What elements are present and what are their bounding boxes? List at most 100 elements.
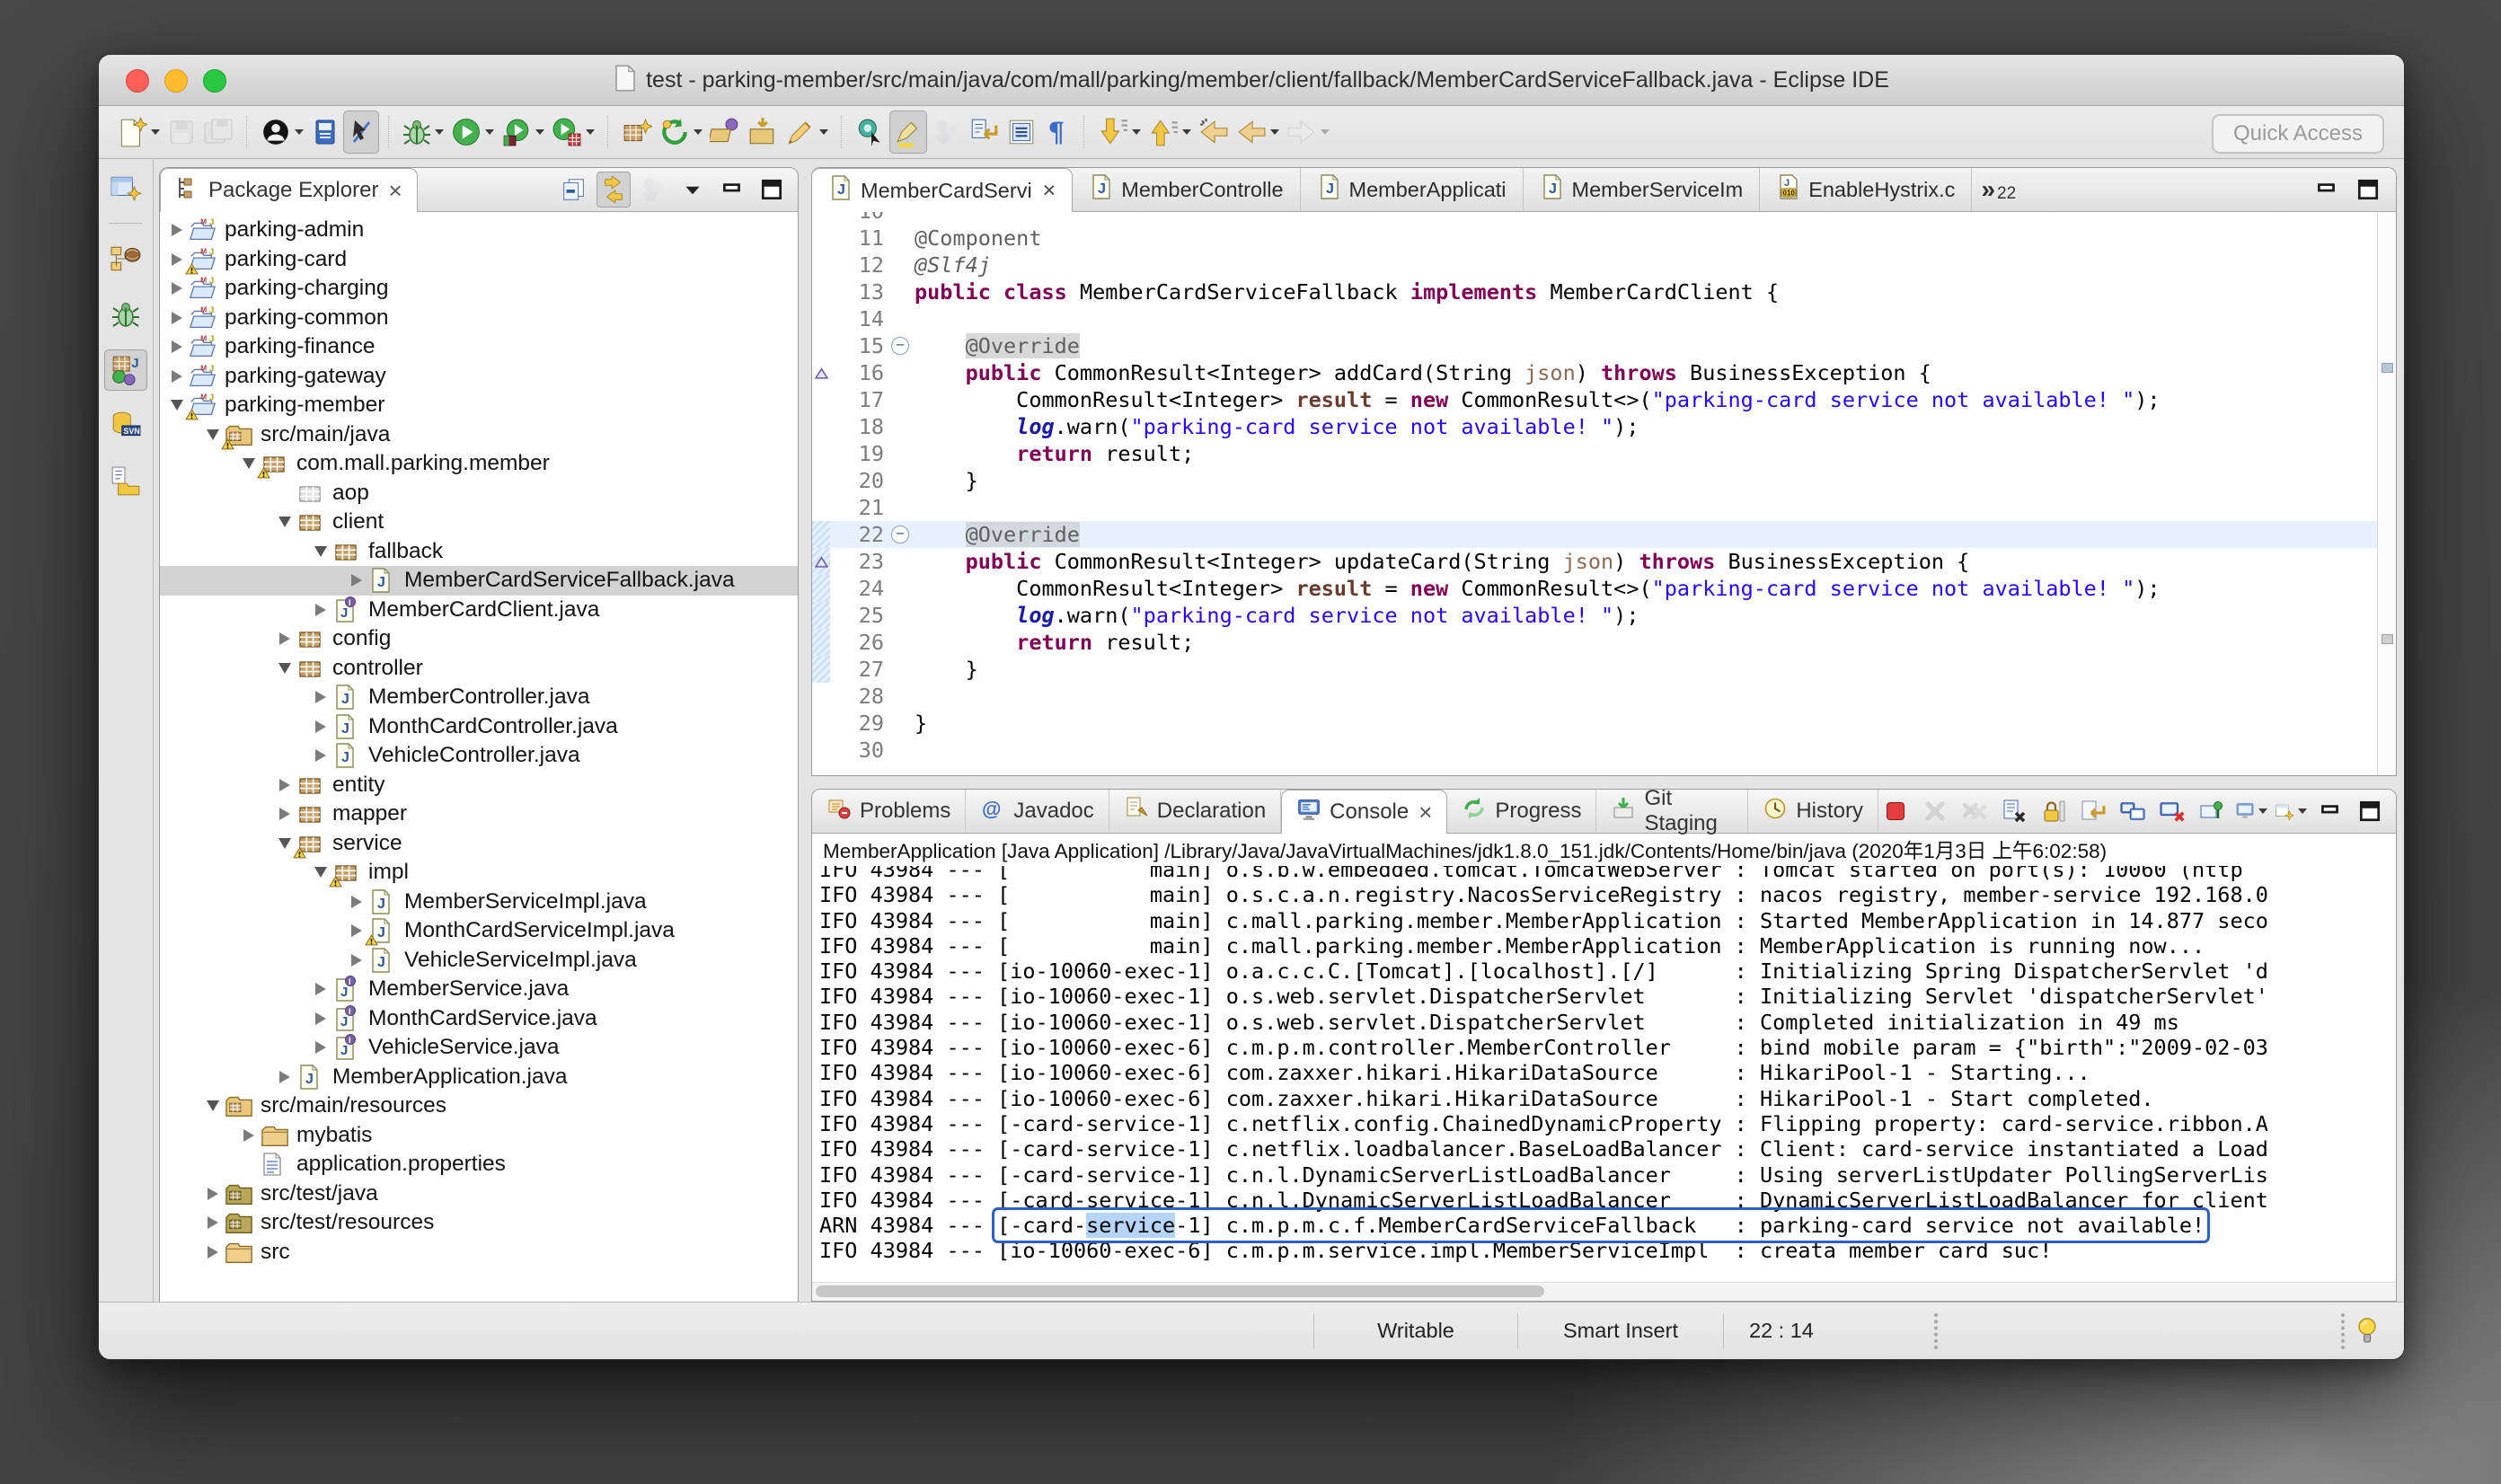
dropdown-arrow-icon[interactable] bbox=[819, 129, 828, 135]
run-icon[interactable] bbox=[447, 110, 498, 154]
tree-expand-arrow[interactable] bbox=[309, 604, 332, 616]
close-icon[interactable]: × bbox=[1418, 799, 1432, 826]
annotation-mark[interactable] bbox=[2382, 363, 2393, 373]
tree-item-membercardservicefallback-java[interactable]: JMemberCardServiceFallback.java bbox=[160, 566, 798, 596]
code-line-13[interactable]: 13public class MemberCardServiceFallback… bbox=[812, 278, 2377, 305]
dropdown-arrow-icon[interactable] bbox=[586, 129, 595, 135]
code-line-29[interactable]: 29} bbox=[812, 710, 2377, 737]
tree-expand-arrow[interactable] bbox=[165, 224, 189, 236]
tree-item-monthcardservice-java[interactable]: JIMonthCardService.java bbox=[160, 1004, 798, 1034]
tab-declaration[interactable]: Declaration bbox=[1109, 790, 1281, 833]
tree-item-vehicleservice-java[interactable]: JIVehicleService.java bbox=[160, 1033, 798, 1063]
lightbulb-icon[interactable] bbox=[2355, 1317, 2379, 1346]
view-menu-icon[interactable] bbox=[676, 172, 710, 208]
tree-item-application-properties[interactable]: application.properties bbox=[160, 1150, 798, 1179]
dropdown-arrow-icon[interactable] bbox=[2298, 808, 2307, 814]
code-line-19[interactable]: 19 return result; bbox=[812, 440, 2377, 467]
new-java-project-icon[interactable] bbox=[618, 110, 656, 154]
tree-expand-arrow[interactable] bbox=[309, 1012, 332, 1025]
code-line-14[interactable]: 14 bbox=[812, 305, 2377, 332]
code-line-26[interactable]: 26 return result; bbox=[812, 629, 2377, 656]
link-with-editor-icon[interactable] bbox=[597, 172, 631, 208]
dropdown-arrow-icon[interactable] bbox=[435, 129, 444, 135]
tree-expand-arrow[interactable] bbox=[309, 1041, 332, 1054]
tree-item-membercontroller-java[interactable]: JMemberController.java bbox=[160, 683, 798, 712]
tree-item-mapper[interactable]: mapper bbox=[160, 799, 798, 829]
tree-expand-arrow[interactable] bbox=[273, 663, 296, 674]
tree-expand-arrow[interactable] bbox=[309, 720, 332, 733]
code-line-10[interactable]: 10 bbox=[812, 212, 2377, 225]
open-console-icon[interactable] bbox=[2274, 793, 2308, 829]
code-line-15[interactable]: 15− @Override bbox=[812, 332, 2377, 359]
tree-expand-arrow[interactable] bbox=[345, 954, 368, 967]
minimize-icon[interactable] bbox=[2310, 172, 2344, 208]
pin-console-icon[interactable] bbox=[2195, 793, 2229, 829]
select-element-icon[interactable] bbox=[343, 110, 379, 154]
back-icon[interactable] bbox=[1233, 110, 1283, 154]
tree-item-src[interactable]: src bbox=[160, 1238, 798, 1268]
tree-expand-arrow[interactable] bbox=[345, 574, 368, 587]
new-wizard-icon[interactable] bbox=[113, 110, 163, 154]
tree-expand-arrow[interactable] bbox=[273, 779, 296, 791]
console-log[interactable]: IFO 43984 --- [ main] o.s.b.w.embedded.t… bbox=[812, 866, 2396, 1282]
editor-tab-membercardservi[interactable]: JMemberCardServi× bbox=[812, 168, 1073, 212]
tree-item-aop[interactable]: aop bbox=[160, 479, 798, 508]
tree-expand-arrow[interactable] bbox=[273, 808, 296, 820]
code-line-18[interactable]: 18 log.warn("parking-card service not av… bbox=[812, 413, 2377, 440]
tree-item-config[interactable]: config bbox=[160, 624, 798, 654]
code-line-22[interactable]: 22− @Override bbox=[812, 521, 2377, 548]
tree-item-parking-gateway[interactable]: JMparking-gateway bbox=[160, 362, 798, 392]
tree-item-memberserviceimpl-java[interactable]: JMemberServiceImpl.java bbox=[160, 888, 798, 917]
dropdown-arrow-icon[interactable] bbox=[2258, 808, 2267, 814]
close-icon[interactable]: × bbox=[1043, 178, 1056, 204]
editor-tab-enablehystrix-c[interactable]: J010EnableHystrix.c bbox=[1760, 168, 1972, 211]
tree-item-vehicleserviceimpl-java[interactable]: JVehicleServiceImpl.java bbox=[160, 946, 798, 976]
tree-expand-arrow[interactable] bbox=[273, 1071, 296, 1083]
coverage-icon[interactable] bbox=[498, 110, 548, 154]
tab-console[interactable]: Console× bbox=[1281, 790, 1447, 834]
outline-icon[interactable] bbox=[1003, 110, 1040, 154]
tree-item-entity[interactable]: entity bbox=[160, 771, 798, 800]
tree-item-src-test-java[interactable]: src/test/java bbox=[160, 1179, 798, 1209]
next-edit-icon[interactable] bbox=[965, 110, 1003, 154]
close-window-button[interactable] bbox=[126, 69, 149, 93]
dropdown-arrow-icon[interactable] bbox=[1321, 129, 1330, 135]
resource-perspective-icon[interactable] bbox=[104, 461, 147, 502]
maximize-icon[interactable] bbox=[2353, 793, 2387, 829]
svn-perspective-icon[interactable]: SVN bbox=[104, 405, 147, 446]
show-whitespace-icon[interactable]: ¶ bbox=[1040, 110, 1074, 154]
terminate-icon[interactable] bbox=[1878, 793, 1913, 829]
tree-item-src-main-resources[interactable]: src/main/resources bbox=[160, 1091, 798, 1121]
maximize-icon[interactable] bbox=[755, 172, 789, 208]
tree-item-service[interactable]: service bbox=[160, 829, 798, 859]
tree-expand-arrow[interactable] bbox=[309, 691, 332, 703]
code-line-12[interactable]: 12@Slf4j bbox=[812, 252, 2377, 278]
tree-item-parking-charging[interactable]: JMparking-charging bbox=[160, 274, 798, 304]
console-horizontal-scrollbar[interactable] bbox=[812, 1282, 2396, 1301]
word-wrap-icon[interactable] bbox=[2076, 793, 2110, 829]
tab-package-explorer[interactable]: Package Explorer × bbox=[160, 168, 418, 212]
tab-problems[interactable]: Problems bbox=[812, 790, 966, 833]
tree-item-parking-member[interactable]: JMparking-member bbox=[160, 391, 798, 420]
tree-item-src-main-java[interactable]: src/main/java bbox=[160, 420, 798, 450]
tree-expand-arrow[interactable] bbox=[273, 632, 296, 645]
tree-expand-arrow[interactable] bbox=[165, 282, 189, 295]
javaee-perspective-icon[interactable] bbox=[104, 238, 147, 279]
tree-expand-arrow[interactable] bbox=[309, 983, 332, 995]
code-line-16[interactable]: 16 public CommonResult<Integer> addCard(… bbox=[812, 359, 2377, 386]
overview-ruler[interactable] bbox=[2377, 212, 2396, 775]
tree-expand-arrow[interactable] bbox=[165, 312, 189, 324]
editor-tab-membercontrolle[interactable]: JMemberControlle bbox=[1073, 168, 1300, 211]
java-perspective-icon[interactable]: J bbox=[104, 349, 147, 391]
editor-tab-overflow[interactable]: » 22 bbox=[1972, 168, 2025, 211]
show-stdout-icon[interactable] bbox=[2116, 793, 2150, 829]
code-line-20[interactable]: 20 } bbox=[812, 467, 2377, 494]
zoom-window-button[interactable] bbox=[203, 69, 226, 93]
scroll-lock-icon[interactable] bbox=[2037, 793, 2071, 829]
code-line-11[interactable]: 11@Component bbox=[812, 225, 2377, 252]
code-line-21[interactable]: 21 bbox=[812, 494, 2377, 521]
tree-item-mybatis[interactable]: mybatis bbox=[160, 1121, 798, 1151]
debug-perspective-icon[interactable] bbox=[104, 294, 147, 335]
tree-expand-arrow[interactable] bbox=[201, 1100, 225, 1111]
last-edit-location-icon[interactable] bbox=[1195, 110, 1233, 154]
